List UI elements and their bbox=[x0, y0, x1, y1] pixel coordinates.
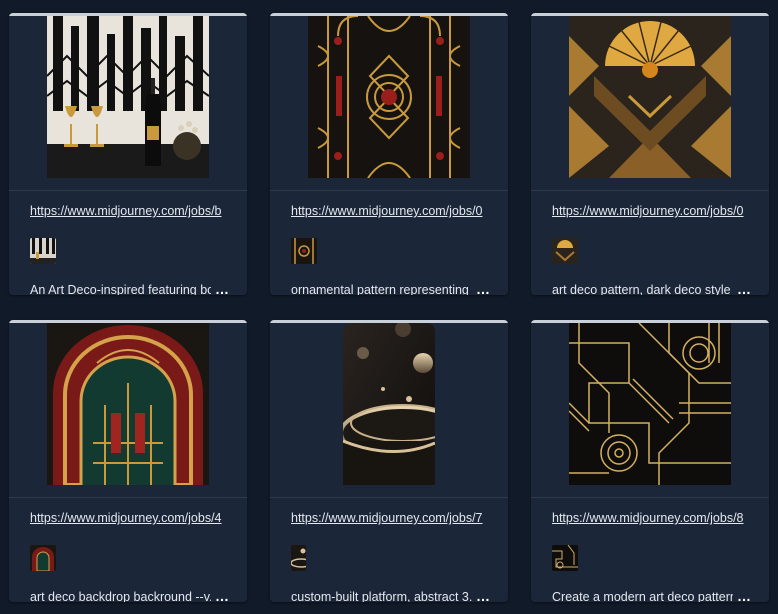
more-options-icon[interactable]: … bbox=[737, 281, 752, 295]
arch-backdrop-image bbox=[47, 323, 209, 485]
card-divider bbox=[9, 497, 247, 498]
job-prompt: art deco pattern, dark deco style ... … bbox=[552, 281, 752, 295]
job-url-link[interactable]: https://www.midjourney.com/jobs/b bbox=[30, 204, 228, 218]
job-image[interactable] bbox=[531, 16, 769, 188]
job-image[interactable] bbox=[531, 323, 769, 495]
job-card[interactable]: https://www.midjourney.com/jobs/8 Create… bbox=[531, 320, 769, 602]
ornamental-pattern-thumbnail-icon bbox=[291, 238, 317, 264]
job-prompt: art deco backdrop backround --v... … bbox=[30, 588, 230, 602]
more-options-icon[interactable]: … bbox=[215, 588, 230, 602]
more-options-icon[interactable]: … bbox=[215, 281, 230, 295]
job-mini-thumbnail[interactable] bbox=[291, 545, 306, 571]
more-options-icon[interactable]: … bbox=[737, 588, 752, 602]
card-divider bbox=[270, 190, 508, 191]
job-url-link[interactable]: https://www.midjourney.com/jobs/0 bbox=[291, 204, 489, 218]
job-mini-thumbnail[interactable] bbox=[30, 238, 56, 264]
job-mini-thumbnail[interactable] bbox=[30, 545, 56, 571]
job-mini-thumbnail[interactable] bbox=[552, 238, 578, 264]
job-prompt-text: custom-built platform, abstract 3... bbox=[291, 590, 472, 602]
champagne-deco-image bbox=[47, 16, 209, 178]
more-options-icon[interactable]: … bbox=[476, 281, 491, 295]
job-card[interactable]: https://www.midjourney.com/jobs/0 art de… bbox=[531, 13, 769, 295]
job-prompt: custom-built platform, abstract 3... … bbox=[291, 588, 491, 602]
job-prompt: Create a modern art deco pattern... … bbox=[552, 588, 752, 602]
job-image[interactable] bbox=[9, 16, 247, 188]
job-prompt-text: Create a modern art deco pattern... bbox=[552, 590, 733, 602]
card-divider bbox=[270, 497, 508, 498]
job-url-link[interactable]: https://www.midjourney.com/jobs/8 bbox=[552, 511, 750, 525]
platform-3d-thumbnail-icon bbox=[291, 545, 306, 571]
line-pattern-image bbox=[569, 323, 731, 485]
job-card[interactable]: https://www.midjourney.com/jobs/4 art de… bbox=[9, 320, 247, 602]
fan-pattern-image bbox=[569, 16, 731, 178]
job-gallery: https://www.midjourney.com/jobs/b An Art… bbox=[0, 0, 778, 614]
job-image[interactable] bbox=[270, 16, 508, 188]
job-prompt: An Art Deco-inspired featuring bo... … bbox=[30, 281, 230, 295]
job-card[interactable]: https://www.midjourney.com/jobs/7 custom… bbox=[270, 320, 508, 602]
job-mini-thumbnail[interactable] bbox=[552, 545, 578, 571]
job-prompt-text: An Art Deco-inspired featuring bo... bbox=[30, 283, 211, 295]
job-url-link[interactable]: https://www.midjourney.com/jobs/0 bbox=[552, 204, 750, 218]
arch-backdrop-thumbnail-icon bbox=[30, 545, 56, 571]
card-divider bbox=[531, 190, 769, 191]
job-image[interactable] bbox=[270, 323, 508, 495]
ornamental-pattern-image bbox=[308, 16, 470, 178]
line-pattern-thumbnail-icon bbox=[552, 545, 578, 571]
card-divider bbox=[9, 190, 247, 191]
champagne-deco-thumbnail-icon bbox=[30, 238, 56, 264]
job-image[interactable] bbox=[9, 323, 247, 495]
platform-3d-image bbox=[343, 323, 435, 485]
job-prompt-text: ornamental pattern representing t... bbox=[291, 283, 472, 295]
job-url-link[interactable]: https://www.midjourney.com/jobs/4 bbox=[30, 511, 228, 525]
more-options-icon[interactable]: … bbox=[476, 588, 491, 602]
job-prompt-text: art deco pattern, dark deco style ... bbox=[552, 283, 733, 295]
fan-pattern-thumbnail-icon bbox=[552, 238, 578, 264]
job-mini-thumbnail[interactable] bbox=[291, 238, 317, 264]
job-url-link[interactable]: https://www.midjourney.com/jobs/7 bbox=[291, 511, 489, 525]
job-card[interactable]: https://www.midjourney.com/jobs/b An Art… bbox=[9, 13, 247, 295]
job-card[interactable]: https://www.midjourney.com/jobs/0 orname… bbox=[270, 13, 508, 295]
job-prompt-text: art deco backdrop backround --v... bbox=[30, 590, 211, 602]
job-prompt: ornamental pattern representing t... … bbox=[291, 281, 491, 295]
card-divider bbox=[531, 497, 769, 498]
